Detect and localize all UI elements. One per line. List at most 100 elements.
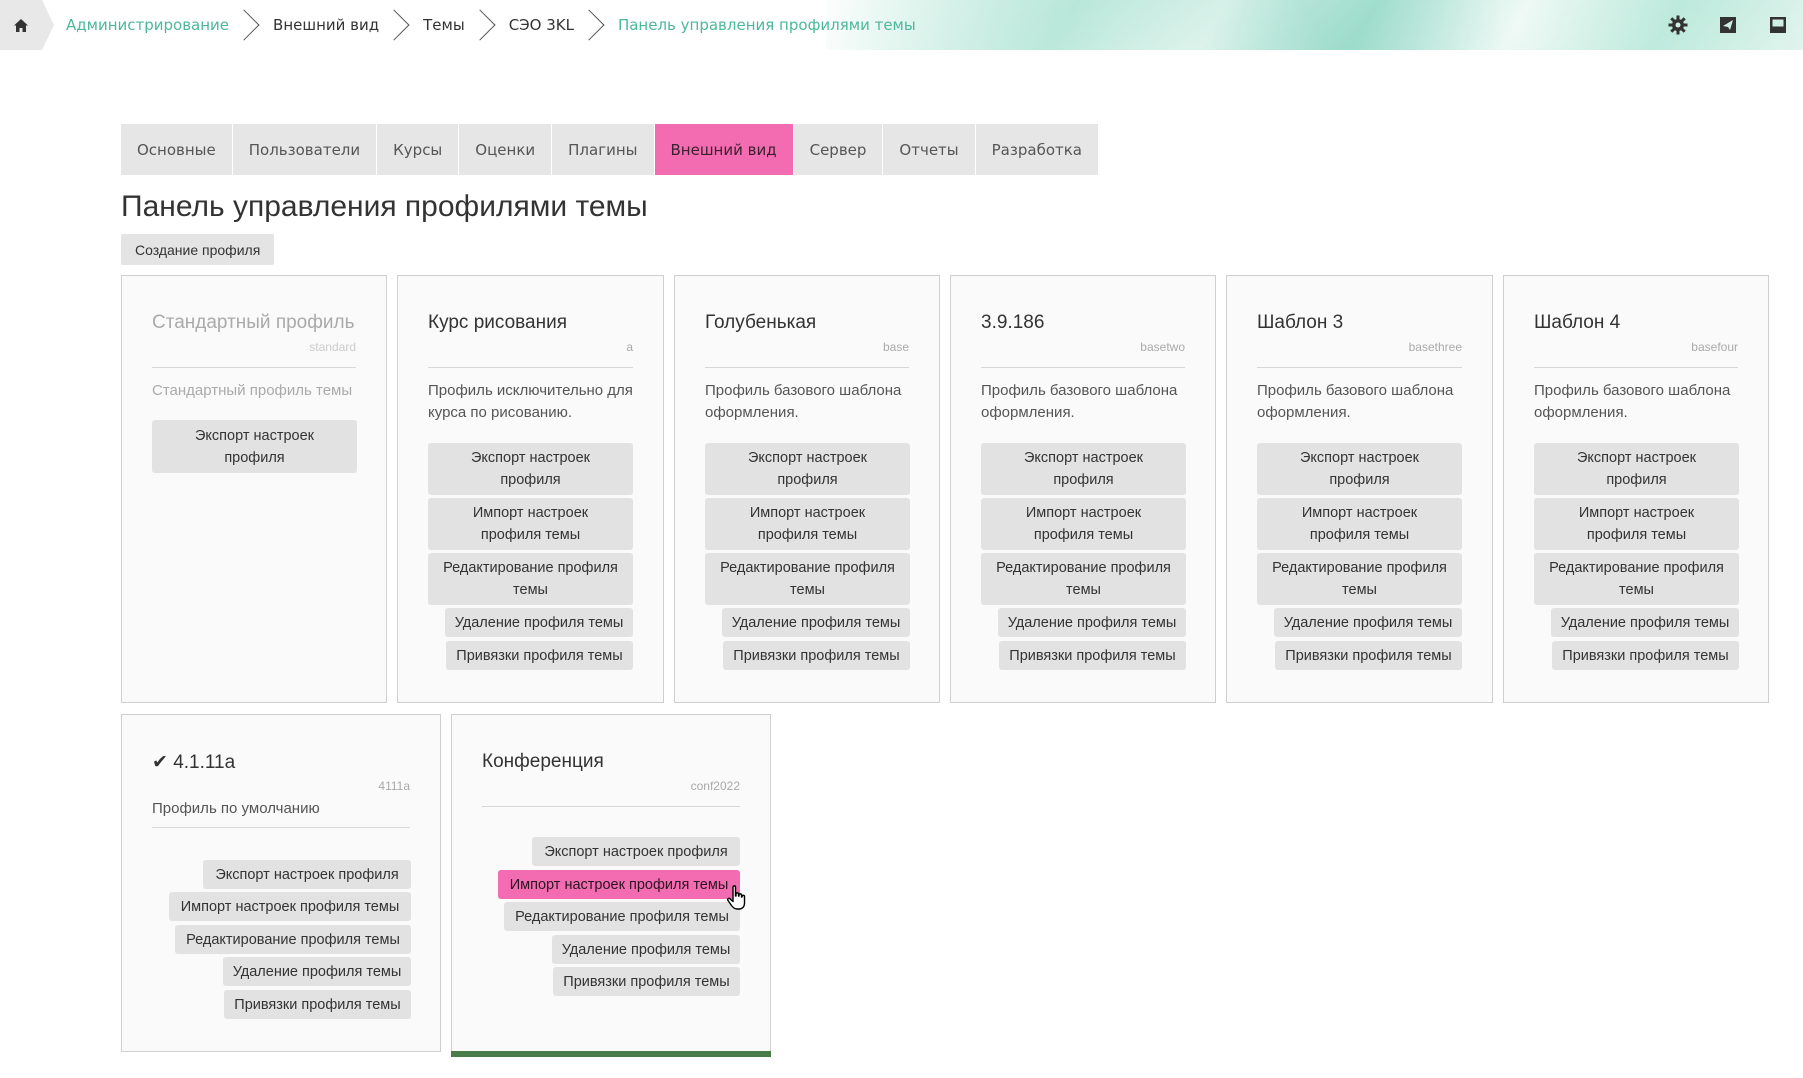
profile-description: Профиль базового шаблона оформления.: [1534, 382, 1731, 421]
import-profile-button[interactable]: Импорт настроек профиля темы: [428, 498, 633, 550]
export-profile-button[interactable]: Экспорт настроек профиля: [532, 837, 740, 866]
edit-profile-button[interactable]: Редактирование профиля темы: [1257, 553, 1462, 605]
export-profile-button[interactable]: Экспорт настроек профиля: [152, 420, 357, 473]
profile-bindings-button[interactable]: Привязки профиля темы: [553, 967, 740, 996]
profile-description: Профиль по умолчанию: [152, 800, 320, 817]
profile-code: basethree: [1408, 340, 1462, 354]
profile-card-basefour: Шаблон 4 basefour Профиль базового шабло…: [1503, 275, 1769, 703]
edit-profile-button[interactable]: Редактирование профиля темы: [981, 553, 1186, 605]
import-profile-button[interactable]: Импорт настроек профиля темы: [1534, 498, 1739, 550]
profile-description: Профиль исключительно для курса по рисов…: [428, 382, 633, 421]
tab-development[interactable]: Разработка: [975, 124, 1099, 175]
profile-code: basefour: [1691, 340, 1738, 354]
notes-button[interactable]: [1753, 0, 1803, 50]
export-profile-button[interactable]: Экспорт настроек профиля: [428, 443, 633, 495]
profile-bindings-button[interactable]: Привязки профиля темы: [446, 641, 633, 670]
export-profile-button[interactable]: Экспорт настроек профиля: [981, 443, 1186, 495]
profile-name: Стандартный профиль: [152, 312, 355, 333]
export-profile-button[interactable]: Экспорт настроек профиля: [203, 860, 411, 889]
breadcrumb-themes[interactable]: Темы: [423, 16, 465, 34]
profile-description: Профиль базового шаблона оформления.: [981, 382, 1178, 421]
divider: [482, 806, 740, 807]
tab-plugins[interactable]: Плагины: [552, 124, 655, 175]
tab-reports[interactable]: Отчеты: [883, 124, 976, 175]
delete-profile-button[interactable]: Удаление профиля темы: [1551, 608, 1739, 637]
edit-profile-button[interactable]: Редактирование профиля темы: [428, 553, 633, 605]
divider: [981, 367, 1185, 368]
profile-name: Голубенькая: [705, 312, 817, 333]
profile-card-a: Курс рисования a Профиль исключительно д…: [397, 275, 664, 703]
home-button[interactable]: [0, 0, 54, 50]
profile-bindings-button[interactable]: Привязки профиля темы: [723, 641, 910, 670]
divider: [1534, 367, 1738, 368]
delete-profile-button[interactable]: Удаление профиля темы: [722, 608, 910, 637]
export-profile-button[interactable]: Экспорт настроек профиля: [1257, 443, 1462, 495]
edit-profile-button[interactable]: Редактирование профиля темы: [705, 553, 910, 605]
import-profile-button[interactable]: Импорт настроек профиля темы: [169, 892, 411, 921]
gear-icon: [1668, 15, 1688, 35]
import-profile-button[interactable]: Импорт настроек профиля темы: [705, 498, 910, 550]
profile-card-4111a: ✔ 4.1.11a 4111a Профиль по умолчанию Экс…: [121, 714, 441, 1052]
profile-card-basethree: Шаблон 3 basethree Профиль базового шабл…: [1226, 275, 1493, 703]
tab-grades[interactable]: Оценки: [459, 124, 553, 175]
profile-card-conf2022: Конференция conf2022 Экспорт настроек пр…: [451, 714, 771, 1052]
import-profile-button[interactable]: Импорт настроек профиля темы: [1257, 498, 1462, 550]
tab-server[interactable]: Сервер: [793, 124, 884, 175]
profile-name: Шаблон 4: [1534, 312, 1621, 333]
profile-description: Профиль базового шаблона оформления.: [705, 382, 902, 421]
profile-card-standard: Стандартный профиль standard Стандартный…: [121, 275, 387, 703]
delete-profile-button[interactable]: Удаление профиля темы: [223, 957, 411, 986]
profile-name: Шаблон 3: [1257, 312, 1344, 333]
divider: [152, 367, 356, 368]
breadcrumb: Администрирование Внешний вид Темы СЭО 3…: [66, 0, 916, 50]
import-profile-button[interactable]: Импорт настроек профиля темы: [981, 498, 1186, 550]
divider: [1257, 367, 1462, 368]
divider: [152, 827, 410, 828]
breadcrumb-separator: [389, 7, 409, 43]
profile-name: Конференция: [482, 751, 604, 772]
profile-code: basetwo: [1140, 340, 1185, 354]
page-title: Панель управления профилями темы: [121, 190, 648, 223]
progress-bar: [451, 1051, 771, 1057]
create-profile-button[interactable]: Создание профиля: [121, 234, 275, 265]
settings-button[interactable]: [1653, 0, 1703, 50]
delete-profile-button[interactable]: Удаление профиля темы: [998, 608, 1186, 637]
home-icon: [14, 18, 28, 32]
tab-courses[interactable]: Курсы: [377, 124, 460, 175]
profile-bindings-button[interactable]: Привязки профиля темы: [1275, 641, 1462, 670]
inbox-icon: [1770, 17, 1786, 33]
profile-name: ✔ 4.1.11a: [152, 752, 236, 773]
profile-bindings-button[interactable]: Привязки профиля темы: [224, 990, 411, 1019]
breadcrumb-administration[interactable]: Администрирование: [66, 16, 229, 34]
tab-general[interactable]: Основные: [121, 124, 233, 175]
tab-users[interactable]: Пользователи: [232, 124, 378, 175]
delete-profile-button[interactable]: Удаление профиля темы: [1274, 608, 1462, 637]
admin-tabs: Основные Пользователи Курсы Оценки Плаги…: [121, 124, 1099, 175]
breadcrumb-separator: [475, 7, 495, 43]
edit-profile-button[interactable]: Редактирование профиля темы: [504, 902, 740, 931]
divider: [428, 367, 633, 368]
profile-description: Стандартный профиль темы: [152, 382, 353, 399]
messages-button[interactable]: [1703, 0, 1753, 50]
delete-profile-button[interactable]: Удаление профиля темы: [552, 935, 740, 964]
edit-profile-button[interactable]: Редактирование профиля темы: [1534, 553, 1739, 605]
profile-card-base: Голубенькая base Профиль базового шаблон…: [674, 275, 940, 703]
tab-appearance[interactable]: Внешний вид: [654, 124, 794, 175]
profile-bindings-button[interactable]: Привязки профиля темы: [999, 641, 1186, 670]
profile-name: 3.9.186: [981, 312, 1045, 333]
profile-code: conf2022: [690, 779, 740, 793]
delete-profile-button[interactable]: Удаление профиля темы: [445, 608, 633, 637]
top-icons: [1653, 0, 1803, 50]
import-profile-button[interactable]: Импорт настроек профиля темы: [498, 870, 740, 899]
breadcrumb-appearance[interactable]: Внешний вид: [273, 16, 379, 34]
profile-code: a: [626, 340, 633, 354]
breadcrumb-separator: [584, 7, 604, 43]
profile-card-basetwo: 3.9.186 basetwo Профиль базового шаблона…: [950, 275, 1216, 703]
breadcrumb-separator: [239, 7, 259, 43]
profile-code: 4111a: [378, 779, 410, 793]
edit-profile-button[interactable]: Редактирование профиля темы: [175, 925, 411, 954]
profile-bindings-button[interactable]: Привязки профиля темы: [1552, 641, 1739, 670]
export-profile-button[interactable]: Экспорт настроек профиля: [705, 443, 910, 495]
breadcrumb-theme-3kl[interactable]: СЭО 3KL: [509, 16, 574, 34]
export-profile-button[interactable]: Экспорт настроек профиля: [1534, 443, 1739, 495]
